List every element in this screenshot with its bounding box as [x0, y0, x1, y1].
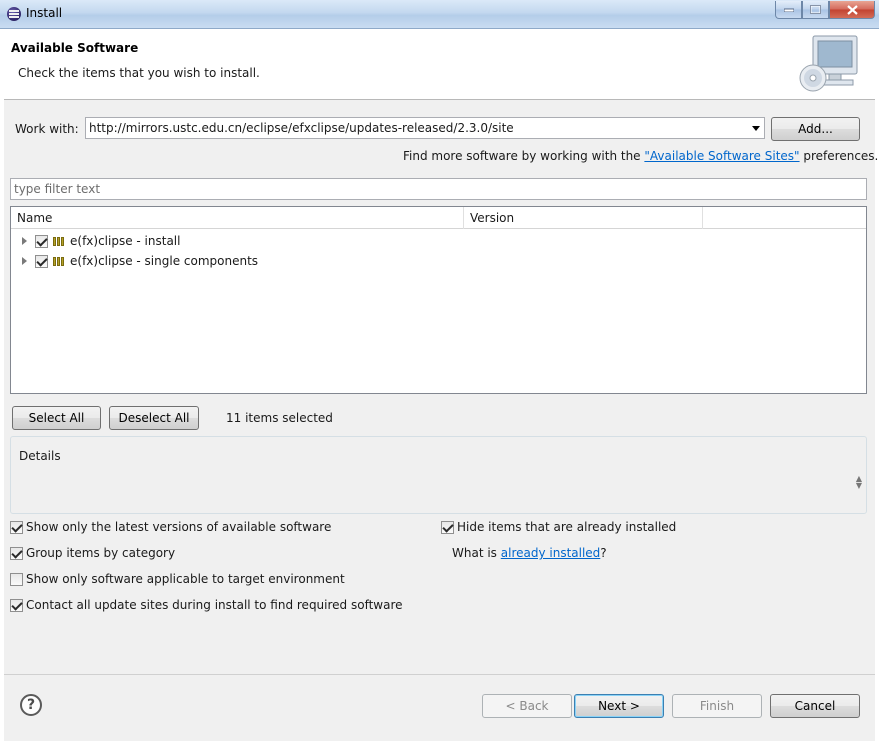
option-target-environment[interactable]: Show only software applicable to target …	[10, 572, 345, 586]
wizard-footer: ? < Back Next > Finish Cancel	[4, 674, 875, 741]
work-with-value: http://mirrors.ustc.edu.cn/eclipse/efxcl…	[89, 121, 514, 135]
option-contact-sites[interactable]: Contact all update sites during install …	[10, 598, 403, 612]
option-group-by-category[interactable]: Group items by category	[10, 546, 175, 560]
details-label: Details	[19, 449, 61, 463]
page-description: Check the items that you wish to install…	[18, 66, 260, 80]
maximize-icon	[810, 5, 821, 14]
feature-icon	[53, 236, 64, 246]
wizard-header: Available Software Check the items that …	[4, 29, 875, 100]
column-name[interactable]: Name	[11, 207, 464, 229]
option-show-latest[interactable]: Show only the latest versions of availab…	[10, 520, 331, 534]
window-controls	[775, 1, 875, 19]
find-more-suffix: preferences.	[799, 149, 879, 163]
group-by-category-checkbox[interactable]	[10, 546, 23, 560]
window-titlebar: Install	[0, 0, 879, 29]
filter-input[interactable]: type filter text	[10, 178, 867, 200]
what-is-suffix: ?	[600, 546, 607, 560]
close-button[interactable]	[829, 1, 875, 19]
back-button[interactable]: < Back	[482, 694, 572, 718]
software-tree[interactable]: Name Version e(fx)clipse - install e(fx)…	[10, 206, 867, 394]
content-area: Work with: http://mirrors.ustc.edu.cn/ec…	[4, 100, 878, 674]
add-site-button[interactable]: Add...	[771, 117, 860, 141]
find-more-prefix: Find more software by working with the	[403, 149, 645, 163]
work-with-combo[interactable]: http://mirrors.ustc.edu.cn/eclipse/efxcl…	[85, 117, 765, 139]
select-all-button[interactable]: Select All	[12, 406, 101, 430]
close-icon	[846, 4, 858, 15]
column-version[interactable]: Version	[464, 207, 703, 229]
find-more-text: Find more software by working with the "…	[403, 149, 878, 163]
work-with-label: Work with:	[15, 122, 79, 136]
hide-installed-checkbox[interactable]	[441, 520, 454, 534]
what-is-prefix: What is	[452, 546, 501, 560]
target-environment-label: Show only software applicable to target …	[26, 572, 345, 586]
tree-row[interactable]: e(fx)clipse - single components	[11, 251, 258, 271]
details-group: Details ▲ ▼	[10, 436, 867, 514]
option-hide-installed[interactable]: Hide items that are already installed	[441, 520, 676, 534]
monitor-cd-icon	[799, 35, 858, 92]
row-checkbox[interactable]	[35, 254, 48, 268]
details-scroll-arrows[interactable]: ▲ ▼	[856, 475, 862, 490]
deselect-all-button[interactable]: Deselect All	[109, 406, 199, 430]
contact-sites-checkbox[interactable]	[10, 598, 23, 612]
finish-button[interactable]: Finish	[672, 694, 762, 718]
target-environment-checkbox[interactable]	[10, 572, 23, 586]
expand-arrow-icon[interactable]	[22, 257, 27, 265]
next-button[interactable]: Next >	[574, 694, 664, 718]
row-label: e(fx)clipse - install	[70, 234, 181, 248]
already-installed-link[interactable]: already installed	[501, 546, 601, 560]
minimize-button[interactable]	[775, 1, 802, 19]
show-latest-checkbox[interactable]	[10, 520, 23, 534]
filter-placeholder: type filter text	[14, 182, 101, 196]
hide-installed-label: Hide items that are already installed	[457, 520, 677, 534]
group-by-category-label: Group items by category	[26, 546, 176, 560]
dropdown-arrow-icon[interactable]	[752, 126, 760, 131]
expand-arrow-icon[interactable]	[22, 237, 27, 245]
help-icon[interactable]: ?	[20, 694, 42, 716]
tree-row[interactable]: e(fx)clipse - install	[11, 231, 180, 251]
what-is-installed-text: What is already installed?	[452, 546, 607, 560]
show-latest-label: Show only the latest versions of availab…	[26, 520, 332, 534]
feature-icon	[53, 256, 64, 266]
window-title: Install	[26, 6, 63, 20]
eclipse-icon	[7, 7, 21, 21]
minimize-icon	[783, 8, 794, 12]
tree-header: Name Version	[11, 207, 866, 229]
maximize-button[interactable]	[802, 1, 829, 19]
contact-sites-label: Contact all update sites during install …	[26, 598, 403, 612]
row-label: e(fx)clipse - single components	[70, 254, 259, 268]
row-checkbox[interactable]	[35, 234, 48, 248]
cancel-button[interactable]: Cancel	[770, 694, 860, 718]
selection-status: 11 items selected	[226, 411, 333, 425]
available-software-sites-link[interactable]: "Available Software Sites"	[644, 149, 799, 163]
page-title: Available Software	[11, 41, 139, 55]
